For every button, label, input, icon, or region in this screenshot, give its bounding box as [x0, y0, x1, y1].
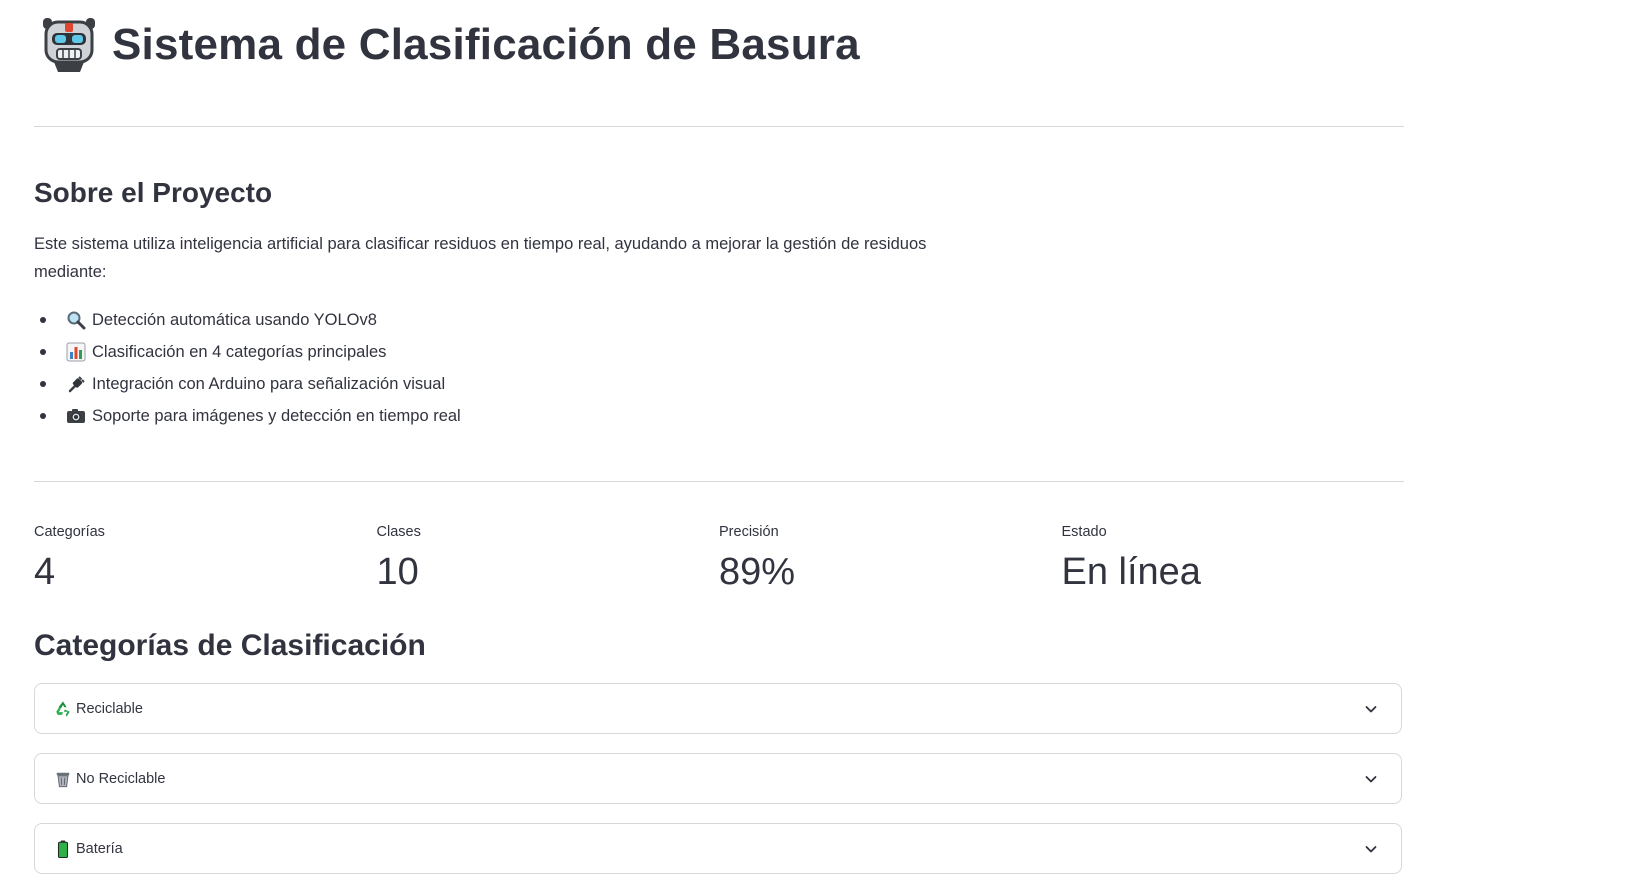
divider — [34, 481, 1404, 482]
metric-value: 89% — [719, 551, 796, 593]
camera-icon — [66, 406, 86, 426]
metric-label: Estado — [1061, 524, 1107, 540]
battery-icon — [53, 839, 73, 859]
app-page: Sistema de Clasificación de Basura Sobre… — [0, 0, 1638, 888]
metric-clases: Clases 10 — [377, 521, 720, 597]
metric-categorias: Categorías 4 — [34, 521, 377, 597]
expander-bateria[interactable]: Batería — [34, 823, 1402, 874]
page-title: Sistema de Clasificación de Basura — [112, 20, 860, 69]
feature-list: Detección automática usando YOLOv8 Clasi… — [34, 304, 461, 432]
magnifier-icon — [66, 310, 86, 330]
expander-label: No Reciclable — [76, 770, 166, 787]
metric-label: Precisión — [719, 524, 779, 540]
feature-label: Detección automática usando YOLOv8 — [92, 310, 377, 329]
expander-reciclable[interactable]: Reciclable — [34, 683, 1402, 734]
metric-label: Categorías — [34, 524, 105, 540]
title-row: Sistema de Clasificación de Basura — [40, 16, 860, 74]
divider — [34, 126, 1404, 127]
bullet — [40, 381, 46, 387]
categories-heading: Categorías de Clasificación — [34, 629, 426, 662]
bullet — [40, 349, 46, 355]
metric-value: En línea — [1061, 551, 1201, 593]
feature-label: Integración con Arduino para señalizació… — [92, 374, 446, 393]
chevron-down-icon[interactable] — [1363, 771, 1379, 787]
list-item: Clasificación en 4 categorías principale… — [34, 336, 461, 368]
metric-precision: Precisión 89% — [719, 521, 1062, 597]
expander-no-reciclable[interactable]: No Reciclable — [34, 753, 1402, 804]
metric-value: 10 — [376, 551, 419, 593]
recycle-icon — [53, 699, 73, 719]
feature-label: Soporte para imágenes y detección en tie… — [92, 406, 461, 425]
metrics-row: Categorías 4 Clases 10 Precisión 89% Est… — [34, 521, 1404, 597]
list-item: Integración con Arduino para señalizació… — [34, 368, 461, 400]
bullet — [40, 317, 46, 323]
chevron-down-icon[interactable] — [1363, 841, 1379, 857]
metric-label: Clases — [376, 524, 421, 540]
feature-label: Clasificación en 4 categorías principale… — [92, 342, 387, 361]
about-heading: Sobre el Proyecto — [34, 177, 273, 208]
trash-icon — [53, 769, 73, 789]
list-item: Soporte para imágenes y detección en tie… — [34, 400, 461, 432]
expander-label: Batería — [76, 840, 123, 857]
metric-estado: Estado En línea — [1062, 521, 1405, 597]
expander-label: Reciclable — [76, 700, 143, 717]
list-item: Detección automática usando YOLOv8 — [34, 304, 461, 336]
intro-paragraph: Este sistema utiliza inteligencia artifi… — [34, 235, 927, 281]
chevron-down-icon[interactable] — [1363, 701, 1379, 717]
bar-chart-icon — [66, 342, 86, 362]
plug-icon — [66, 374, 86, 394]
bullet — [40, 413, 46, 419]
robot-icon — [40, 16, 98, 74]
metric-value: 4 — [34, 551, 56, 593]
